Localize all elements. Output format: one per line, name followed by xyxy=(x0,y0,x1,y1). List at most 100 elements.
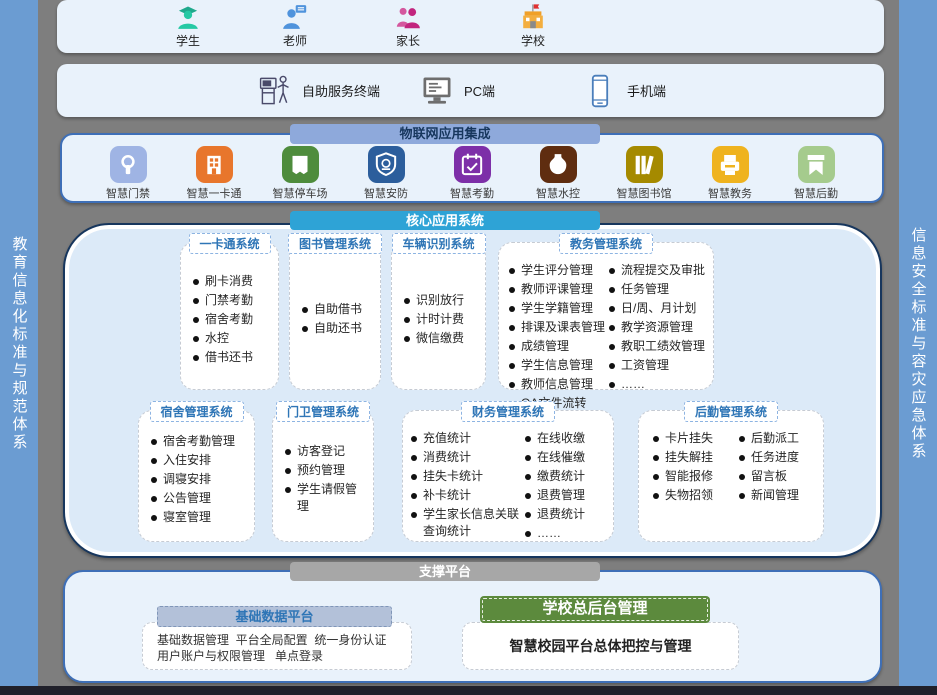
bullet-icon xyxy=(509,287,515,293)
bullet-icon xyxy=(653,474,659,480)
list-item-label: 公告管理 xyxy=(163,490,211,507)
iot-tile-attendance: 智慧考勤 xyxy=(436,146,508,201)
iot-tile-label: 智慧图书馆 xyxy=(608,185,680,201)
terminal-kiosk: 自助服务终端 xyxy=(257,64,380,117)
bullet-icon xyxy=(739,436,745,442)
support-section-header: 支撑平台 xyxy=(290,562,600,581)
list-item-label: 学生学籍管理 xyxy=(521,300,593,317)
list-item-label: 计时计费 xyxy=(416,311,464,328)
iot-tile-parking: 智慧停车场 xyxy=(264,146,336,201)
iot-tile-label: 智慧门禁 xyxy=(92,185,164,201)
subsystem-item-list: 充值统计消费统计挂失卡统计补卡统计学生家长信息关联查询统计 xyxy=(411,429,521,535)
student-icon xyxy=(173,3,203,31)
bullet-icon xyxy=(525,531,531,537)
bullet-icon xyxy=(653,436,659,442)
left-sidebar-label: 教育信息化标准与规范体系 xyxy=(12,236,27,452)
subsystem-box-one-card: 一卡通系统 刷卡消费门禁考勤宿舍考勤水控借书还书 xyxy=(180,242,279,390)
user-role-label: 老师 xyxy=(255,32,335,49)
subsystem-item-list: 后勤派工任务进度留言板新闻管理 xyxy=(739,429,799,535)
bullet-icon xyxy=(525,512,531,518)
bullet-icon xyxy=(193,355,199,361)
kiosk-icon xyxy=(257,72,293,110)
list-item-label: 教职工绩效管理 xyxy=(621,338,705,355)
list-item: 工资管理 xyxy=(609,357,705,374)
bullet-icon xyxy=(404,336,410,342)
list-item-label: 卡片挂失 xyxy=(665,430,713,447)
bullet-icon xyxy=(193,298,199,304)
list-item-label: 退费统计 xyxy=(537,506,585,523)
basic-data-line: 基础数据管理 平台全局配置 统一身份认证 xyxy=(157,632,411,648)
school-icon xyxy=(518,3,548,31)
bullet-icon xyxy=(609,287,615,293)
list-item: 教师信息管理 xyxy=(509,376,605,393)
list-item: 入住安排 xyxy=(151,452,248,469)
user-role-parents: 家长 xyxy=(368,3,448,49)
bullet-icon xyxy=(193,336,199,342)
list-item: 访客登记 xyxy=(285,443,367,460)
subsystem-title: 图书管理系统 xyxy=(288,233,382,254)
list-item-label: 借书还书 xyxy=(205,349,253,366)
list-item: 寝室管理 xyxy=(151,509,248,526)
list-item: 流程提交及审批 xyxy=(609,262,705,279)
basic-data-platform-box: 基础数据管理 平台全局配置 统一身份认证 用户账户与权限管理 单点登录 xyxy=(142,622,412,670)
bottom-bar xyxy=(0,686,937,695)
list-item: 识别放行 xyxy=(404,292,479,309)
list-item: 挂失卡统计 xyxy=(411,468,521,485)
list-item: 成绩管理 xyxy=(509,338,605,355)
list-item-label: 调寝安排 xyxy=(163,471,211,488)
list-item-label: 教师评课管理 xyxy=(521,281,593,298)
terminal-mobile: 手机端 xyxy=(582,64,666,117)
bullet-icon xyxy=(739,474,745,480)
iot-tile-one-card: 智慧一卡通 xyxy=(178,146,250,201)
bullet-icon xyxy=(609,363,615,369)
subsystem-title: 一卡通系统 xyxy=(188,233,270,254)
user-roles-panel: 学生 老师 家长 xyxy=(57,0,884,53)
list-item: 充值统计 xyxy=(411,430,521,447)
list-item-label: 刷卡消费 xyxy=(205,273,253,290)
subsystem-columns: 卡片挂失挂失解挂智能报修失物招领 后勤派工任务进度留言板新闻管理 xyxy=(639,411,823,541)
list-item-label: 入住安排 xyxy=(163,452,211,469)
subsystem-box-logistics: 后勤管理系统 卡片挂失挂失解挂智能报修失物招领 后勤派工任务进度留言板新闻管理 xyxy=(638,410,824,542)
bullet-icon xyxy=(411,455,417,461)
subsystem-item-list: 刷卡消费门禁考勤宿舍考勤水控借书还书 xyxy=(181,243,278,389)
list-item-label: 学生信息管理 xyxy=(521,357,593,374)
bullet-icon xyxy=(151,477,157,483)
list-item-label: 智能报修 xyxy=(665,468,713,485)
bullet-icon xyxy=(509,344,515,350)
list-item-label: …… xyxy=(621,376,645,393)
list-item: 微信缴费 xyxy=(404,330,479,347)
list-item: 新闻管理 xyxy=(739,487,799,504)
iot-section-header: 物联网应用集成 xyxy=(290,124,600,144)
iot-tile-label: 智慧后勤 xyxy=(780,185,852,201)
bullet-icon xyxy=(739,493,745,499)
iot-tile-label: 智慧水控 xyxy=(522,185,594,201)
list-item-label: 学生家长信息关联查询统计 xyxy=(423,506,521,540)
bullet-icon xyxy=(151,496,157,502)
list-item-label: 留言板 xyxy=(751,468,787,485)
left-sidebar-banner: 教育信息化标准与规范体系 xyxy=(0,0,38,687)
list-item-label: 任务管理 xyxy=(621,281,669,298)
list-item: 在线收缴 xyxy=(525,430,585,447)
bullet-icon xyxy=(653,493,659,499)
subsystem-box-library: 图书管理系统 自助借书自助还书 xyxy=(289,242,381,390)
user-role-label: 学生 xyxy=(148,32,228,49)
subsystem-item-list: 宿舍考勤管理入住安排调寝安排公告管理寝室管理 xyxy=(139,411,254,541)
list-item: 卡片挂失 xyxy=(653,430,713,447)
subsystem-columns: 学生评分管理教师评课管理学生学籍管理排课及课表管理成绩管理学生信息管理教师信息管… xyxy=(499,243,713,389)
subsystem-item-list: 在线收缴在线催缴缴费统计退费管理退费统计…… xyxy=(525,429,585,535)
bullet-icon xyxy=(509,382,515,388)
bullet-icon xyxy=(509,306,515,312)
list-item-label: 挂失卡统计 xyxy=(423,468,483,485)
list-item: 水控 xyxy=(193,330,272,347)
user-role-teacher: 老师 xyxy=(255,3,335,49)
iot-tile-logistics: 智慧后勤 xyxy=(780,146,852,201)
list-item-label: 教师信息管理 xyxy=(521,376,593,393)
bullet-icon xyxy=(193,317,199,323)
pc-icon xyxy=(419,72,455,110)
bullet-icon xyxy=(302,326,308,332)
bullet-icon xyxy=(151,515,157,521)
list-item-label: 在线催缴 xyxy=(537,449,585,466)
list-item-label: 教学资源管理 xyxy=(621,319,693,336)
list-item: 任务管理 xyxy=(609,281,705,298)
subsystem-item-list: 卡片挂失挂失解挂智能报修失物招领 xyxy=(653,429,713,535)
